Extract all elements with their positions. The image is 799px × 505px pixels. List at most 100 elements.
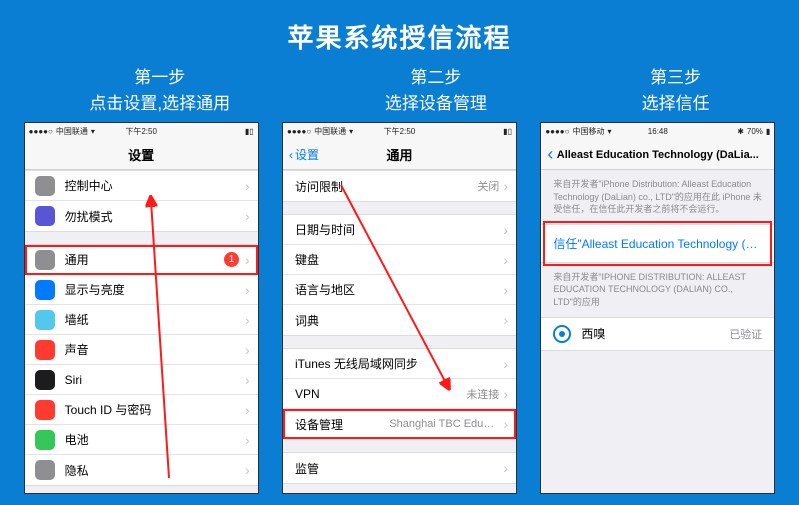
step-sub: 选择设备管理 [385,91,487,117]
row-label: 勿扰模式 [65,208,245,225]
list-item[interactable]: 电池› [25,425,258,455]
step-num: 第二步 [385,65,487,91]
row-value: 关闭 [477,178,499,194]
row-label: 监管 [295,460,503,477]
row-label: Siri [65,373,245,387]
step-2-header: 第二步 选择设备管理 [385,65,487,116]
chevron-right-icon: › [245,208,250,224]
status-bar: ●●●●○中国联通▾ 下午2:50 ▮▯ [283,123,516,140]
nav-bar: 设置 [25,140,258,170]
chevron-right-icon: › [503,312,508,328]
list-item[interactable]: 隐私› [25,455,258,485]
chevron-right-icon: › [245,178,250,194]
step-num: 第一步 [89,65,230,91]
step-headers: 第一步 点击设置,选择通用 第二步 选择设备管理 第三步 选择信任 [0,55,799,116]
list-item[interactable]: 访问限制关闭› [283,171,516,201]
row-label: 日期与时间 [295,221,503,238]
app-row[interactable]: 西嗅 已验证 [541,317,774,351]
page-title: 苹果系统授信流程 [0,0,799,55]
chevron-left-icon: ‹ [289,148,293,162]
row-label: 词典 [295,312,503,329]
status-bar: ●●●●○中国移动▾ 16:48 ✱70%▮ [541,123,774,140]
step-sub: 点击设置,选择通用 [89,91,230,117]
list-item[interactable]: 词典› [283,305,516,335]
signal-icon: ●●●●○ [29,127,53,136]
nav-title: 通用 [386,145,412,164]
chevron-right-icon: › [503,460,508,476]
row-icon [35,206,55,226]
row-icon [35,340,55,360]
bluetooth-icon: ✱ [737,127,744,136]
battery-icon: ▮ [766,127,770,136]
list-item[interactable]: iTunes 无线局域网同步› [283,349,516,379]
row-icon [35,400,55,420]
row-label: 显示与亮度 [65,281,245,298]
chevron-right-icon: › [245,402,250,418]
list-item[interactable]: 语言与地区› [283,275,516,305]
list-item[interactable]: 通用1› [25,245,258,275]
wifi-icon: ▾ [91,127,95,136]
chevron-right-icon: › [503,356,508,372]
chevron-right-icon: › [245,432,250,448]
row-icon [35,460,55,480]
row-label: 通用 [65,251,224,268]
trust-description-2: 来自开发者"IPHONE DISTRIBUTION: ALLEAST EDUCA… [541,263,774,317]
row-icon [35,250,55,270]
chevron-right-icon: › [503,178,508,194]
row-icon [35,280,55,300]
chevron-right-icon: › [245,372,250,388]
nav-title: Alleast Education Technology (DaLia... [557,149,759,161]
trust-list: 来自开发者"iPhone Distribution: Alleast Educa… [541,170,774,493]
back-button[interactable]: ‹ [547,140,553,169]
back-label: 设置 [295,146,319,163]
row-icon [35,370,55,390]
row-label: 键盘 [295,251,503,268]
row-icon [35,430,55,450]
list-item[interactable]: VPN未连接› [283,379,516,409]
general-list: 访问限制关闭› 日期与时间›键盘›语言与地区›词典› iTunes 无线局域网同… [283,170,516,493]
row-value: 未连接 [466,386,499,402]
row-icon [35,176,55,196]
row-icon [35,310,55,330]
list-item[interactable]: 墙纸› [25,305,258,335]
row-label: Touch ID 与密码 [65,401,245,418]
app-verified-status: 已验证 [729,326,762,342]
row-label: 访问限制 [295,178,477,195]
notification-badge: 1 [224,252,239,267]
signal-icon: ●●●●○ [287,127,311,136]
chevron-right-icon: › [503,222,508,238]
row-label: 设备管理 [295,416,389,433]
row-label: 声音 [65,341,245,358]
chevron-right-icon: › [245,282,250,298]
list-item[interactable]: Siri› [25,365,258,395]
chevron-right-icon: › [503,416,508,432]
signal-icon: ●●●●○ [545,127,569,136]
chevron-right-icon: › [245,312,250,328]
row-label: 语言与地区 [295,281,503,298]
wifi-icon: ▾ [349,127,353,136]
list-item[interactable]: 监管› [283,453,516,483]
step-sub: 选择信任 [642,91,710,117]
trust-developer-button[interactable]: 信任"Alleast Education Technology (D... [541,224,774,263]
phone-step-1: ●●●●○中国联通▾ 下午2:50 ▮▯ 设置 控制中心›勿扰模式› 通用1›显… [24,122,259,494]
list-item[interactable]: 声音› [25,335,258,365]
phone-step-2: ●●●●○中国联通▾ 下午2:50 ▮▯ ‹ 设置 通用 访问限制关闭› 日期与… [282,122,517,494]
back-button[interactable]: ‹ 设置 [289,140,319,169]
nav-bar: ‹ Alleast Education Technology (DaLia... [541,140,774,170]
list-item[interactable]: 键盘› [283,245,516,275]
list-item[interactable]: 设备管理Shanghai TBC Education Dev...› [283,409,516,439]
row-label: 控制中心 [65,177,245,194]
chevron-right-icon: › [503,386,508,402]
list-item[interactable]: 勿扰模式› [25,201,258,231]
list-item[interactable]: Touch ID 与密码› [25,395,258,425]
list-item[interactable]: 日期与时间› [283,215,516,245]
row-label: 隐私 [65,462,245,479]
status-bar: ●●●●○中国联通▾ 下午2:50 ▮▯ [25,123,258,140]
chevron-right-icon: › [245,342,250,358]
list-item[interactable]: 显示与亮度› [25,275,258,305]
chevron-right-icon: › [503,252,508,268]
list-item[interactable]: 控制中心› [25,171,258,201]
wifi-icon: ▾ [607,127,611,136]
app-name: 西嗅 [581,325,605,342]
row-label: 电池 [65,431,245,448]
